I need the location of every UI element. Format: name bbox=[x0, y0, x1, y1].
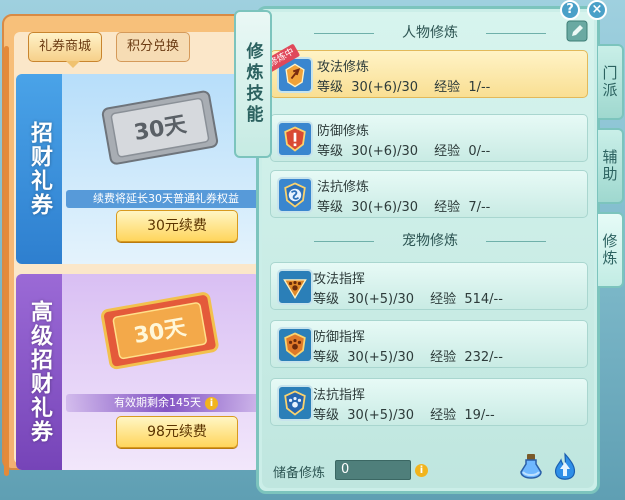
offer-note: 续费将延长30天普通礼券权益 bbox=[66, 190, 260, 208]
reserve-cultivation-field[interactable]: 0 bbox=[335, 460, 411, 480]
offer-card-premium-coupon: 高级招财礼券 30天 有效期剩余145天 i 98元续费 bbox=[16, 274, 260, 470]
skill-exp: 1/-- bbox=[468, 80, 491, 95]
offer-title: 高级招财礼券 bbox=[27, 300, 52, 444]
help-button[interactable]: ? bbox=[560, 0, 580, 20]
skill-name: 法抗指挥 bbox=[313, 388, 366, 403]
gold-ticket-icon: 30天 bbox=[101, 292, 219, 370]
tab-sect[interactable]: 门派 bbox=[598, 44, 624, 120]
silver-ticket-icon: 30天 bbox=[101, 90, 219, 165]
skill-level: 30(+5)/30 bbox=[347, 408, 415, 423]
skill-name: 攻法指挥 bbox=[313, 272, 366, 287]
pet-cultivation-heading: 宠物修炼 bbox=[314, 230, 546, 252]
skill-name: 攻法修炼 bbox=[317, 60, 370, 75]
skill-name: 防御修炼 bbox=[317, 124, 370, 139]
main-tab-label: 修炼技能 bbox=[242, 42, 263, 126]
renew-30-button[interactable]: 30元续费 bbox=[116, 210, 238, 242]
info-icon[interactable]: i bbox=[205, 396, 218, 410]
skill-stats: 等级 30(+5)/30 经验 232/-- bbox=[313, 350, 503, 365]
skill-row-attack-cultivation[interactable]: 修炼中 攻法修炼 等级 30(+6)/30 经验 1/-- bbox=[263, 43, 588, 98]
tab-cultivation[interactable]: 修炼 bbox=[598, 212, 624, 288]
side-tab-label: 辅助 bbox=[600, 149, 619, 183]
resist-skill-icon bbox=[277, 177, 313, 213]
skill-row-attack-command[interactable]: 攻法指挥 等级 30(+5)/30 经验 514/-- bbox=[270, 262, 588, 310]
side-tab-label: 修炼 bbox=[600, 233, 619, 267]
skill-exp: 7/-- bbox=[468, 200, 491, 215]
offer-label-strip: 招财礼券 bbox=[16, 74, 62, 264]
tab-assist[interactable]: 辅助 bbox=[598, 128, 624, 204]
skill-stats: 等级 30(+6)/30 经验 1/-- bbox=[317, 80, 491, 95]
offer-title: 招财礼券 bbox=[27, 121, 52, 217]
skill-row-resist-command[interactable]: 法抗指挥 等级 30(+5)/30 经验 19/-- bbox=[270, 378, 588, 426]
skill-name: 法抗修炼 bbox=[317, 180, 370, 195]
shop-scroll-edge bbox=[4, 46, 9, 476]
skill-level: 30(+6)/30 bbox=[351, 144, 419, 159]
skill-stats: 等级 30(+6)/30 经验 0/-- bbox=[317, 144, 491, 159]
skill-level: 30(+6)/30 bbox=[351, 200, 419, 215]
skill-stats: 等级 30(+5)/30 经验 514/-- bbox=[313, 292, 503, 307]
defense-skill-icon bbox=[277, 121, 313, 157]
skill-row-resist-cultivation[interactable]: 法抗修炼 等级 30(+6)/30 经验 7/-- bbox=[270, 170, 588, 218]
skill-exp: 514/-- bbox=[464, 292, 503, 307]
upgrade-flame-icon[interactable] bbox=[552, 452, 578, 484]
active-tab-indicator bbox=[66, 61, 80, 68]
offer-label-strip: 高级招财礼券 bbox=[16, 274, 62, 470]
edit-icon[interactable] bbox=[566, 20, 588, 42]
renew-98-button[interactable]: 98元续费 bbox=[116, 416, 238, 448]
skill-exp: 0/-- bbox=[468, 144, 491, 159]
character-cultivation-heading: 人物修炼 bbox=[314, 22, 546, 44]
skill-exp: 232/-- bbox=[464, 350, 503, 365]
skill-name: 防御指挥 bbox=[313, 330, 366, 345]
offer-card-fortune-coupon: 招财礼券 30天 续费将延长30天普通礼券权益 30元续费 bbox=[16, 74, 260, 264]
skill-level: 30(+5)/30 bbox=[347, 350, 415, 365]
skill-row-defense-command[interactable]: 防御指挥 等级 30(+5)/30 经验 232/-- bbox=[270, 320, 588, 368]
skill-stats: 等级 30(+6)/30 经验 7/-- bbox=[317, 200, 491, 215]
skill-exp: 19/-- bbox=[464, 408, 495, 423]
skill-level: 30(+6)/30 bbox=[351, 80, 419, 95]
skill-stats: 等级 30(+5)/30 经验 19/-- bbox=[313, 408, 495, 423]
tab-cultivation-skills[interactable]: 修炼技能 bbox=[234, 10, 272, 158]
close-button[interactable]: × bbox=[587, 0, 607, 20]
reserve-cultivation-label: 储备修炼 bbox=[273, 466, 326, 481]
tab-points-exchange[interactable]: 积分兑换 bbox=[116, 32, 191, 62]
reserve-info-icon[interactable]: i bbox=[415, 464, 428, 477]
validity-text: 有效期剩余145天 bbox=[114, 396, 201, 409]
defense-command-icon bbox=[277, 327, 313, 363]
skill-row-defense-cultivation[interactable]: 防御修炼 等级 30(+6)/30 经验 0/-- bbox=[270, 114, 588, 162]
coupon-shop-panel: 礼券商城 积分兑换 招财礼券 30天 续费将延长30天普通礼券权益 30元续费 … bbox=[2, 14, 264, 476]
resist-command-icon bbox=[277, 385, 313, 421]
attack-command-icon bbox=[277, 269, 313, 305]
offer-note: 有效期剩余145天 i bbox=[66, 394, 260, 412]
potion-bottle-icon[interactable] bbox=[518, 452, 544, 484]
skill-level: 30(+5)/30 bbox=[347, 292, 415, 307]
tab-coupon-mall[interactable]: 礼券商城 bbox=[28, 32, 103, 62]
side-tab-label: 门派 bbox=[600, 65, 619, 99]
